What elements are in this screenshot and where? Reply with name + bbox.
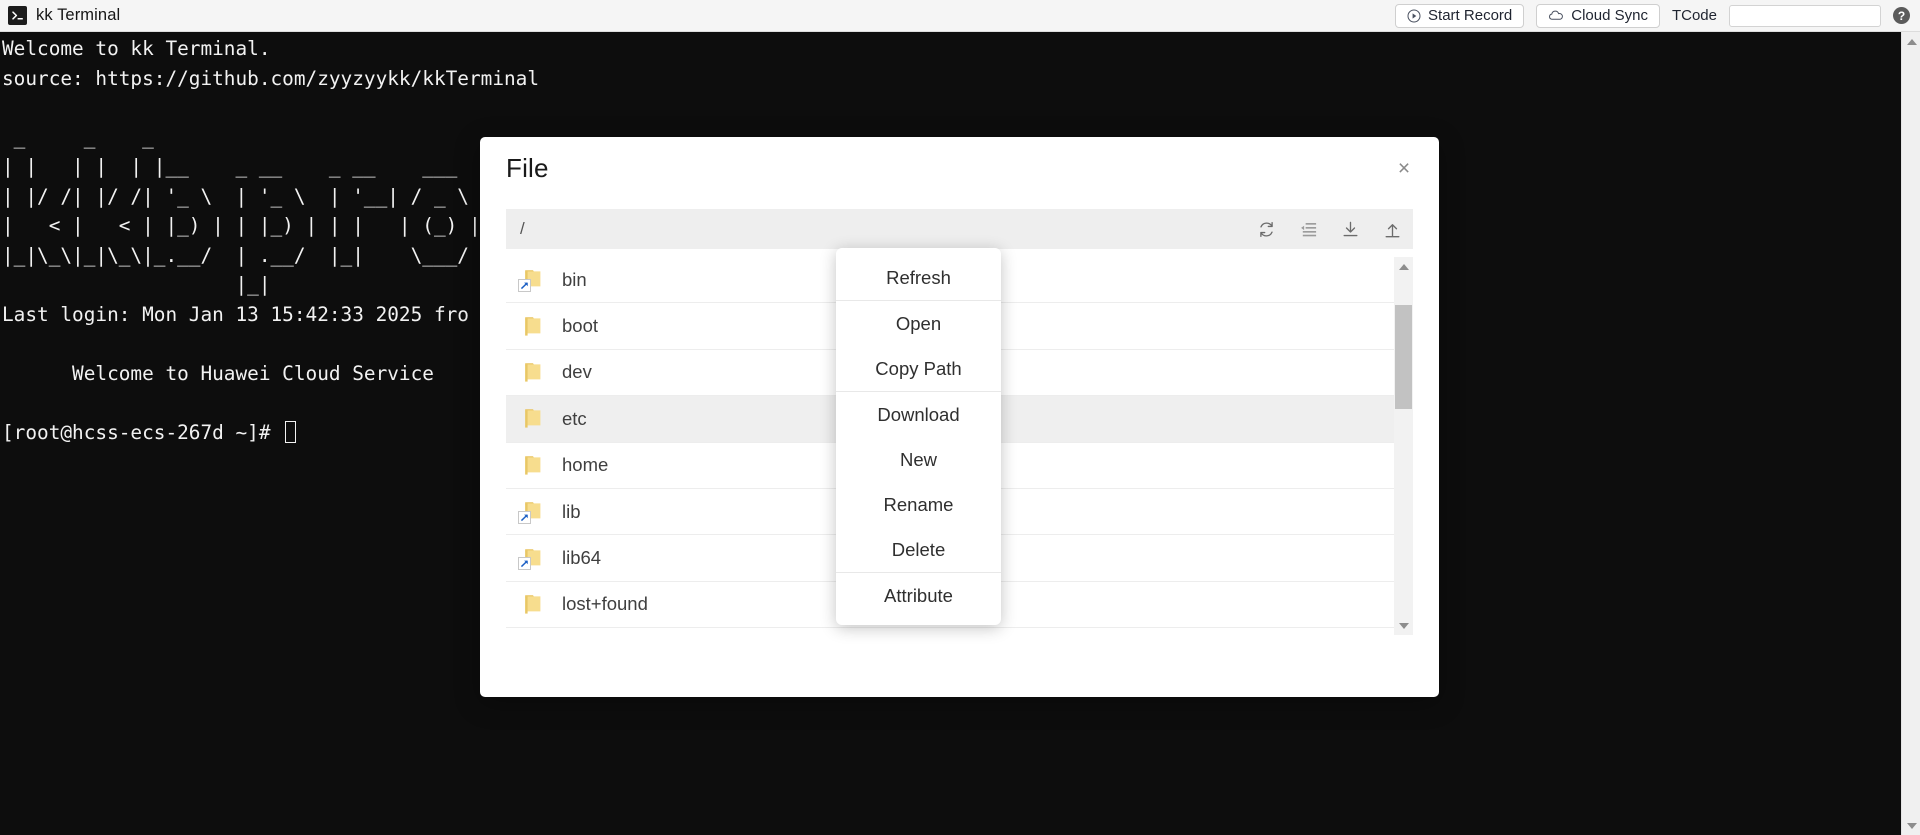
cloud-sync-label: Cloud Sync [1571, 8, 1648, 23]
context-menu-item-new[interactable]: New [836, 437, 1001, 482]
folder-icon [522, 407, 544, 431]
path-bar: / [506, 209, 1413, 249]
record-circle-icon [1407, 9, 1421, 23]
context-menu-item-rename[interactable]: Rename [836, 482, 1001, 527]
file-dialog-title: File [506, 153, 549, 184]
file-name: lost+found [562, 593, 648, 615]
scrollbar-thumb[interactable] [1395, 305, 1412, 409]
main-window-scrollbar[interactable] [1901, 32, 1920, 835]
help-icon[interactable]: ? [1893, 7, 1910, 24]
refresh-icon[interactable] [1255, 218, 1277, 240]
path-toolbar [1255, 218, 1403, 240]
list-view-icon[interactable] [1297, 218, 1319, 240]
terminal-prompt-icon [8, 6, 27, 25]
context-menu-item-refresh[interactable]: Refresh [836, 255, 1001, 300]
file-name: lib64 [562, 547, 601, 569]
tcode-input[interactable] [1729, 5, 1881, 27]
context-menu-item-open[interactable]: Open [836, 301, 1001, 346]
terminal-cursor [285, 421, 296, 443]
scroll-down-arrow[interactable] [1902, 816, 1920, 835]
file-name: lib [562, 501, 581, 523]
file-name: bin [562, 269, 587, 291]
download-icon[interactable] [1339, 218, 1361, 240]
current-path[interactable]: / [520, 219, 1255, 239]
folder-symlink-icon [522, 500, 544, 524]
tcode-label: TCode [1672, 7, 1717, 24]
context-menu-item-download[interactable]: Download [836, 392, 1001, 437]
cloud-icon [1548, 10, 1564, 22]
folder-symlink-icon [522, 268, 544, 292]
folder-symlink-icon [522, 546, 544, 570]
close-icon[interactable]: × [1391, 155, 1417, 181]
scroll-up-arrow[interactable] [1902, 32, 1920, 51]
folder-icon [522, 360, 544, 384]
start-record-button[interactable]: Start Record [1395, 4, 1524, 28]
file-name: dev [562, 361, 592, 383]
app-window: kk Terminal Start Record Cloud S [0, 0, 1920, 835]
app-title: kk Terminal [36, 6, 120, 25]
file-name: boot [562, 315, 598, 337]
folder-icon [522, 314, 544, 338]
scroll-down-arrow[interactable] [1394, 616, 1413, 635]
cloud-sync-button[interactable]: Cloud Sync [1536, 4, 1660, 28]
scroll-up-arrow[interactable] [1394, 257, 1413, 276]
file-name: home [562, 454, 608, 476]
folder-icon [522, 592, 544, 616]
context-menu: RefreshOpenCopy PathDownloadNewRenameDel… [836, 248, 1001, 625]
symlink-badge-icon [518, 511, 531, 524]
symlink-badge-icon [518, 557, 531, 570]
title-bar: kk Terminal Start Record Cloud S [0, 0, 1920, 32]
context-menu-item-copy-path[interactable]: Copy Path [836, 346, 1001, 391]
context-menu-item-delete[interactable]: Delete [836, 527, 1001, 572]
title-bar-left: kk Terminal [8, 6, 120, 25]
upload-icon[interactable] [1381, 218, 1403, 240]
title-bar-right: Start Record Cloud Sync TCode ? [1395, 4, 1910, 28]
start-record-label: Start Record [1428, 8, 1512, 23]
file-name: etc [562, 408, 587, 430]
file-list-scrollbar[interactable] [1394, 257, 1413, 635]
context-menu-item-attribute[interactable]: Attribute [836, 573, 1001, 618]
file-dialog-header: File × [480, 137, 1439, 199]
symlink-badge-icon [518, 279, 531, 292]
folder-icon [522, 453, 544, 477]
